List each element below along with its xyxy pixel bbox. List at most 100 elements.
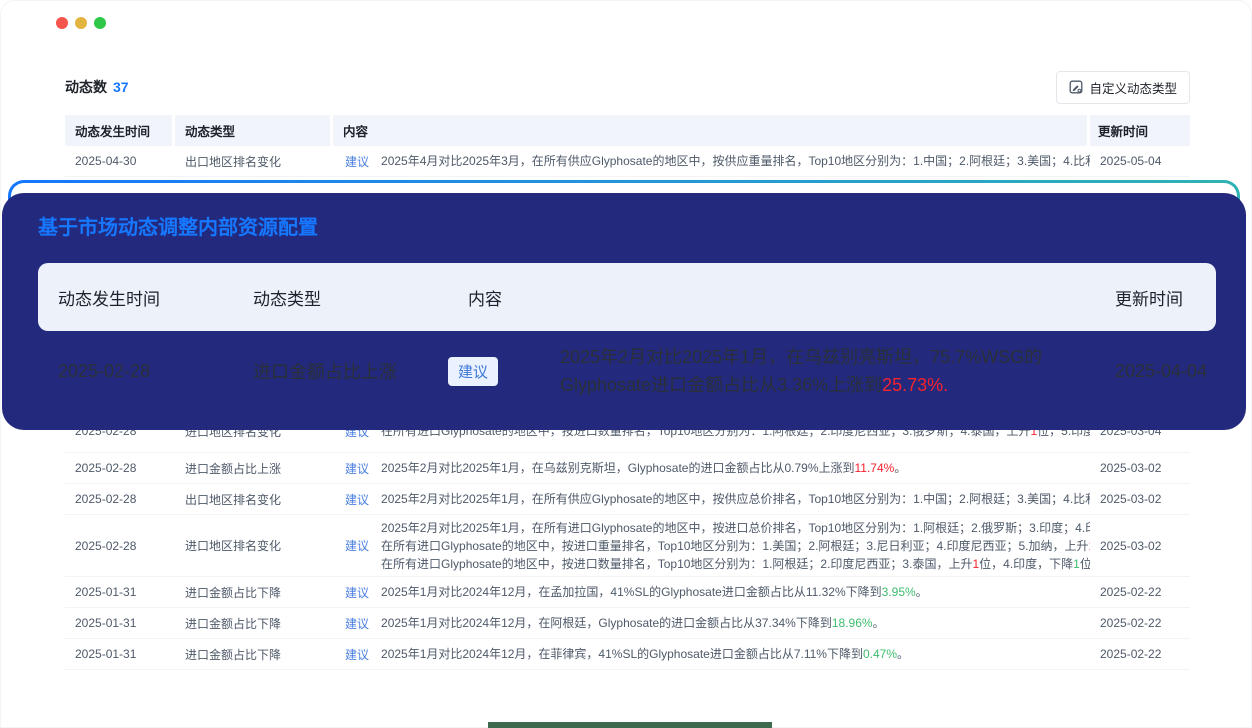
row-type: 出口地区排名变化 — [175, 153, 333, 170]
row-type: 进口金额占比上涨 — [233, 358, 448, 384]
suggestion-badge[interactable]: 建议 — [345, 615, 369, 632]
content-segment: 2025年2月对比2025年1月，在所有供应Glyphosate的地区中，按供应… — [381, 492, 1090, 506]
content-segment: 2025年2月对比2025年1月，在乌兹别亮斯坦，75.7%WSG的Glypho… — [560, 347, 1042, 395]
row-content-lines: 2025年1月对比2024年12月，在菲律宾，41%SL的Glyphosate进… — [381, 645, 1090, 663]
content-line: 在所有进口Glyphosate的地区中，按进口数量排名，Top10地区分别为：1… — [381, 555, 1090, 573]
row-type: 进口金额占比下降 — [175, 584, 333, 601]
row-content-lines: 2025年2月对比2025年1月，在乌兹别亮斯坦，75.7%WSG的Glypho… — [560, 343, 1072, 399]
callout-table-row: 2025-02-28进口金额占比上涨建议 2025年2月对比2025年1月，在乌兹… — [38, 331, 1216, 411]
content-segment-rise: 25.73%. — [882, 375, 948, 395]
row-type: 进口金额占比下降 — [175, 615, 333, 632]
window-controls — [56, 17, 106, 29]
table-row: 2025-01-31进口金额占比下降建议2025年1月对比2024年12月，在孟… — [65, 577, 1190, 608]
content-segment-fall: 18.96% — [832, 616, 873, 630]
row-type: 进口地区排名变化 — [175, 537, 333, 554]
col-header-type: 动态类型 — [175, 115, 333, 146]
customize-button-label: 自定义动态类型 — [1089, 78, 1177, 97]
dynamics-count-label: 动态数 — [65, 77, 107, 97]
customize-icon — [1069, 80, 1083, 94]
dynamics-table: 动态发生时间 动态类型 内容 更新时间 2025-04-30出口地区排名变化建议… — [65, 115, 1190, 177]
table-row: 2025-01-31进口金额占比下降建议 2025年1月对比2024年12月，在阿… — [65, 608, 1190, 639]
row-type: 进口金额占比上涨 — [175, 460, 333, 477]
suggestion-badge[interactable]: 建议 — [345, 491, 369, 508]
content-segment-fall: 3.95% — [882, 585, 916, 599]
row-content: 建议 2025年4月对比2025年3月，在所有供应Glyphosate的地区中，按… — [333, 152, 1090, 170]
col-header-time: 动态发生时间 — [65, 115, 175, 146]
content-line: 2025年1月对比2024年12月，在孟加拉国，41%SL的Glyphosate… — [381, 583, 1090, 601]
table-row: 2025-02-28进口金额占比上涨建议 2025年2月对比2025年1月，在乌兹… — [65, 453, 1190, 484]
row-content: 建议 2025年2月对比2025年1月，在乌兹别亮斯坦，75.7%WSG的Glyp… — [448, 343, 1088, 399]
content-line: 2025年2月对比2025年1月，在乌兹别亮斯坦，75.7%WSG的Glypho… — [560, 343, 1072, 399]
content-segment: 位，5.俄罗斯... — [1080, 557, 1090, 571]
suggestion-badge[interactable]: 建议 — [448, 357, 498, 386]
zoom-window-button[interactable] — [94, 17, 106, 29]
content-segment-rise: 11.74% — [855, 461, 895, 475]
content-segment: 。 — [897, 647, 909, 661]
row-updated: 2025-05-04 — [1090, 154, 1190, 168]
content-line: 2025年1月对比2024年12月，在阿根廷，Glyphosate的进口金额占比… — [381, 614, 1090, 632]
row-content: 建议 2025年1月对比2024年12月，在孟加拉国，41%SL的Glyphosa… — [333, 583, 1090, 601]
row-type: 进口金额占比下降 — [175, 646, 333, 663]
content-line: 2025年2月对比2025年1月，在所有供应Glyphosate的地区中，按供应… — [381, 490, 1090, 508]
suggestion-badge[interactable]: 建议 — [345, 584, 369, 601]
close-window-button[interactable] — [56, 17, 68, 29]
row-updated: 2025-04-04 — [1088, 361, 1216, 382]
row-updated: 2025-02-22 — [1090, 585, 1190, 599]
row-time: 2025-02-28 — [65, 539, 175, 553]
table-rows-top: 2025-04-30出口地区排名变化建议 2025年4月对比2025年3月，在所有… — [65, 146, 1190, 177]
suggestion-badge[interactable]: 建议 — [345, 646, 369, 663]
col-header-content: 内容 — [333, 115, 1090, 146]
window-bottom-bar — [488, 722, 772, 728]
row-time: 2025-04-30 — [65, 154, 175, 168]
row-updated: 2025-03-02 — [1090, 539, 1190, 553]
table-rows-bottom: 2025-02-28进口地区排名变化建议在所有进口Glyphosate的地区中，… — [65, 410, 1190, 670]
row-content-lines: 2025年2月对比2025年1月，在所有供应Glyphosate的地区中，按供应… — [381, 490, 1090, 508]
content-segment: 。 — [873, 616, 885, 630]
callout-col-type: 动态类型 — [233, 285, 448, 310]
content-line: 2025年2月对比2025年1月，在所有进口Glyphosate的地区中，按进口… — [381, 519, 1090, 537]
callout-col-updated: 更新时间 — [1088, 285, 1216, 310]
table-header: 动态发生时间 动态类型 内容 更新时间 — [65, 115, 1190, 146]
row-updated: 2025-03-02 — [1090, 461, 1190, 475]
row-time: 2025-01-31 — [65, 616, 175, 630]
callout-title: 基于市场动态调整内部资源配置 — [38, 211, 1237, 240]
content-segment: 2025年2月对比2025年1月，在乌兹别克斯坦，Glyphosate的进口金额… — [381, 461, 854, 475]
content-line: 2025年4月对比2025年3月，在所有供应Glyphosate的地区中，按供应… — [381, 152, 1090, 170]
minimize-window-button[interactable] — [75, 17, 87, 29]
row-updated: 2025-02-22 — [1090, 616, 1190, 630]
row-type: 出口地区排名变化 — [175, 491, 333, 508]
content-line: 在所有进口Glyphosate的地区中，按进口重量排名，Top10地区分别为：1… — [381, 537, 1090, 555]
row-content-lines: 2025年1月对比2024年12月，在孟加拉国，41%SL的Glyphosate… — [381, 583, 1090, 601]
suggestion-badge[interactable]: 建议 — [345, 537, 369, 554]
customize-dynamic-type-button[interactable]: 自定义动态类型 — [1056, 71, 1190, 104]
content-segment: 2025年4月对比2025年3月，在所有供应Glyphosate的地区中，按供应… — [381, 154, 1090, 168]
row-updated: 2025-02-22 — [1090, 647, 1190, 661]
callout-table-header: 动态发生时间 动态类型 内容 更新时间 — [38, 263, 1216, 331]
highlight-callout-panel: 基于市场动态调整内部资源配置 动态发生时间 动态类型 内容 更新时间 2025-… — [8, 180, 1240, 422]
content-segment-fall: 0.47% — [863, 647, 897, 661]
content-segment: 位，4.印度，下降 — [979, 557, 1073, 571]
content-segment: 2025年1月对比2024年12月，在孟加拉国，41%SL的Glyphosate… — [381, 585, 882, 599]
content-line: 2025年2月对比2025年1月，在乌兹别克斯坦，Glyphosate的进口金额… — [381, 459, 1090, 477]
row-content-lines: 2025年4月对比2025年3月，在所有供应Glyphosate的地区中，按供应… — [381, 152, 1090, 170]
table-row: 2025-04-30出口地区排名变化建议 2025年4月对比2025年3月，在所有… — [65, 146, 1190, 177]
table-row: 2025-01-31进口金额占比下降建议2025年1月对比2024年12月，在菲… — [65, 639, 1190, 670]
row-time: 2025-02-28 — [65, 492, 175, 506]
content-segment: 2025年1月对比2024年12月，在菲律宾，41%SL的Glyphosate进… — [381, 647, 863, 661]
content-segment: 。 — [916, 585, 928, 599]
row-content: 建议 2025年1月对比2024年12月，在菲律宾，41%SL的Glyphosat… — [333, 645, 1090, 663]
content-segment: 2025年2月对比2025年1月，在所有进口Glyphosate的地区中，按进口… — [381, 521, 1090, 535]
content-segment-fall: 1 — [1073, 557, 1080, 571]
callout-col-content: 内容 — [448, 285, 1088, 310]
row-time: 2025-02-28 — [65, 461, 175, 475]
content-segment: 在所有进口Glyphosate的地区中，按进口重量排名，Top10地区分别为：1… — [381, 539, 1088, 553]
row-content-lines: 2025年1月对比2024年12月，在阿根廷，Glyphosate的进口金额占比… — [381, 614, 1090, 632]
row-content-lines: 2025年2月对比2025年1月，在所有进口Glyphosate的地区中，按进口… — [381, 519, 1090, 573]
row-time: 2025-02-28 — [38, 361, 233, 382]
suggestion-badge[interactable]: 建议 — [345, 153, 369, 170]
suggestion-badge[interactable]: 建议 — [345, 460, 369, 477]
table-row: 2025-02-28出口地区排名变化建议 2025年2月对比2025年1月，在所有… — [65, 484, 1190, 515]
col-header-updated: 更新时间 — [1090, 115, 1190, 146]
dynamics-count-value: 37 — [113, 79, 129, 95]
app-window: 动态数 37 自定义动态类型 动态发生时间 动态类型 内容 更新时间 2025-… — [0, 0, 1252, 728]
